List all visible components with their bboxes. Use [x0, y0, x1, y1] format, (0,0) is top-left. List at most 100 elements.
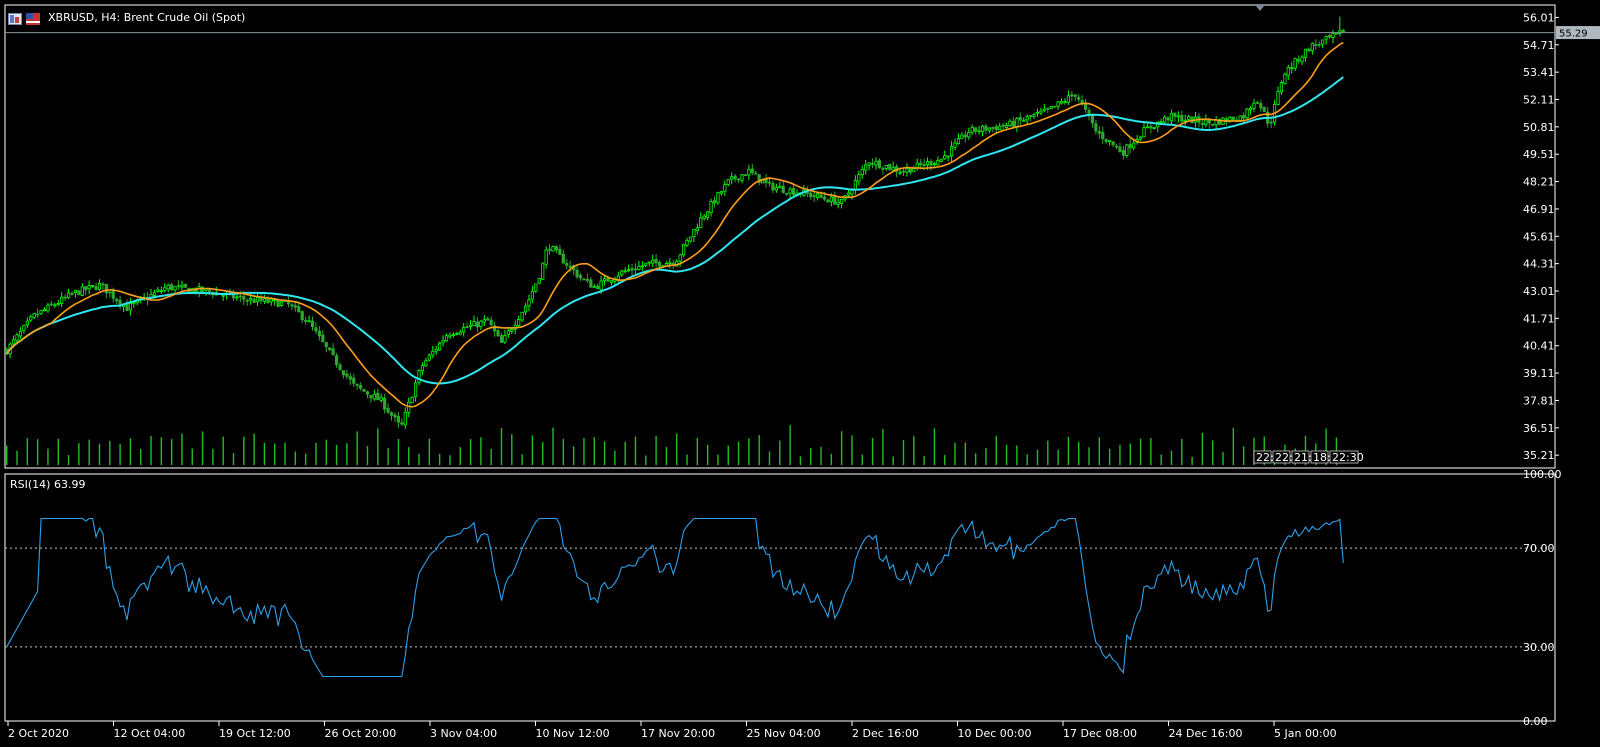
candle-body: [1008, 120, 1012, 126]
candle-body: [819, 194, 823, 198]
price-tick-label: 40.41: [1523, 340, 1555, 353]
candle-body: [465, 326, 469, 328]
candle-body: [63, 296, 67, 299]
candle-body: [479, 320, 483, 328]
candle-body: [767, 181, 772, 184]
candle[interactable]: [1217, 118, 1222, 126]
candle-body: [73, 290, 78, 294]
candle-body: [520, 311, 524, 321]
candle-body: [475, 321, 480, 328]
time-tick-label: 3 Nov 04:00: [430, 727, 497, 740]
candle-body: [840, 198, 844, 204]
candle[interactable]: [534, 283, 538, 293]
candle[interactable]: [1190, 116, 1194, 124]
candle-body: [328, 347, 332, 351]
candle-body: [1276, 91, 1280, 105]
candle-body: [499, 335, 504, 343]
candle-body: [259, 297, 263, 302]
candle-body: [1032, 114, 1036, 117]
candle-body: [554, 246, 559, 251]
candle-body: [1138, 136, 1143, 140]
candle-body: [1125, 144, 1129, 156]
candle-body: [956, 138, 961, 145]
candle-body: [547, 248, 552, 251]
candle-body: [967, 132, 971, 138]
candle-body: [685, 239, 689, 246]
chart-title: XBRUSD, H4: Brent Crude Oil (Spot): [48, 11, 245, 24]
candle[interactable]: [888, 163, 892, 171]
candle-body: [860, 168, 864, 176]
candle-body: [606, 277, 610, 282]
candle[interactable]: [1049, 106, 1053, 110]
candle[interactable]: [362, 388, 366, 392]
chart-canvas[interactable]: XBRUSD, H4: Brent Crude Oil (Spot) RSI(1…: [0, 0, 1600, 743]
candle-body: [699, 217, 703, 229]
window-icon[interactable]: [8, 10, 22, 25]
candle[interactable]: [716, 191, 720, 205]
candle-body: [273, 299, 277, 302]
candle-body: [486, 318, 490, 321]
candle-body: [706, 211, 710, 218]
candle-body: [829, 196, 833, 202]
candle[interactable]: [438, 341, 442, 351]
candle-body: [22, 324, 26, 331]
candle[interactable]: [1262, 106, 1266, 113]
time-tick-label: 10 Dec 00:00: [958, 727, 1032, 740]
flag-icon[interactable]: [26, 10, 40, 25]
candle-body: [1039, 110, 1043, 114]
candle-body: [115, 298, 119, 302]
chart-window[interactable]: XBRUSD, H4: Brent Crude Oil (Spot) RSI(1…: [0, 0, 1600, 743]
price-tick-label: 48.21: [1523, 176, 1555, 189]
candle[interactable]: [1125, 143, 1129, 158]
candle-body: [668, 262, 672, 265]
candle-body: [97, 282, 102, 290]
candle[interactable]: [1053, 105, 1057, 108]
candle[interactable]: [1283, 72, 1287, 85]
candle-body: [255, 297, 260, 303]
candle-body: [365, 391, 370, 395]
candle-body: [599, 280, 603, 291]
candle[interactable]: [551, 245, 555, 252]
candle-body: [602, 278, 607, 282]
candle-body: [826, 199, 830, 203]
candle-body: [1149, 125, 1153, 129]
candle-body: [884, 165, 888, 169]
candle[interactable]: [183, 283, 187, 289]
candle-body: [84, 286, 88, 291]
candle-body: [369, 395, 373, 399]
candle-body: [128, 303, 133, 311]
candle-body: [1053, 105, 1057, 108]
candle-body: [977, 130, 981, 133]
candle-body: [568, 265, 572, 268]
candle[interactable]: [77, 289, 81, 296]
current-price-tag: 55.29: [1556, 26, 1600, 40]
candle[interactable]: [541, 262, 545, 281]
candle-body: [1101, 131, 1105, 140]
candle-body: [1128, 143, 1132, 149]
candle[interactable]: [279, 300, 284, 307]
candle[interactable]: [410, 396, 414, 404]
candle-body: [901, 170, 906, 173]
time-tick-label: 25 Nov 04:00: [747, 727, 821, 740]
candle[interactable]: [1245, 108, 1249, 119]
candle-body: [345, 373, 349, 377]
candle-body: [578, 275, 583, 279]
candle-body: [644, 262, 648, 266]
candle-body: [778, 186, 782, 189]
candle-body: [355, 383, 359, 386]
candle-body: [1142, 127, 1146, 138]
candle-body: [434, 348, 438, 352]
candle[interactable]: [743, 174, 748, 177]
candle-body: [809, 192, 813, 198]
candle-body: [936, 159, 940, 166]
candle-body: [276, 300, 280, 307]
candle-body: [1173, 112, 1177, 117]
candle-body: [1077, 96, 1081, 100]
candle-body: [197, 286, 201, 293]
candle-body: [170, 284, 174, 291]
price-axis[interactable]: 56.01 54.71 53.41 52.11 50.81 49.51 48.21 46.91…: [1523, 11, 1559, 462]
candle-body: [740, 174, 744, 181]
candle-body: [1242, 115, 1246, 119]
candle-body: [1214, 119, 1218, 126]
candle-body: [1297, 58, 1301, 62]
